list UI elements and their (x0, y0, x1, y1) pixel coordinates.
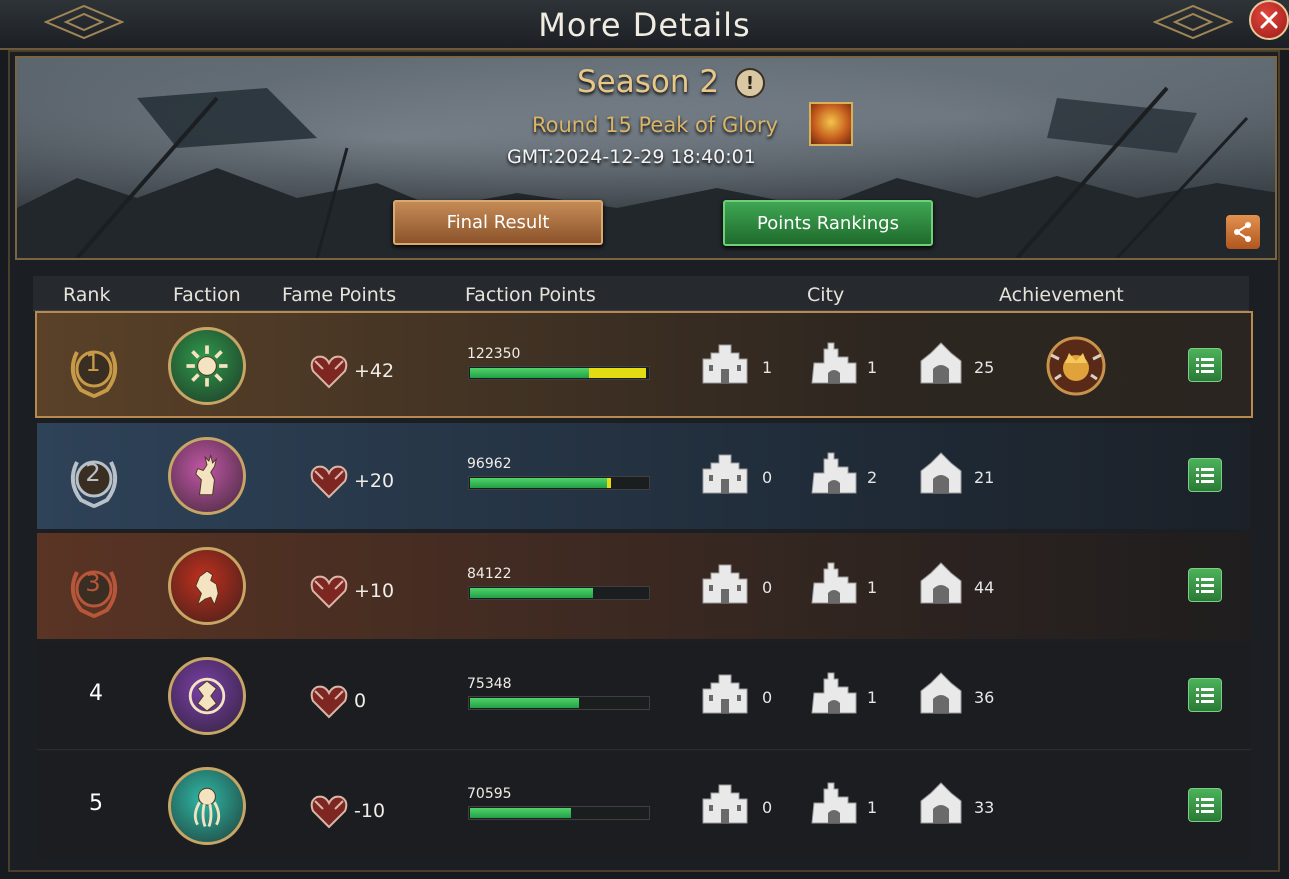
table-row: 5 -10 70595 0 1 33 (37, 753, 1251, 859)
faction-points-value: 122350 (467, 346, 521, 362)
gmt-timestamp: GMT:2024-12-29 18:40:01 (507, 146, 756, 168)
share-button[interactable] (1226, 215, 1260, 249)
final-result-button[interactable]: Final Result (393, 200, 603, 245)
city-hall-count: 0 (762, 468, 773, 487)
title-bar: More Details (0, 0, 1289, 50)
rank-number: 4 (89, 681, 103, 706)
table-row: 2 +20 96962 0 2 21 (37, 423, 1251, 529)
header-rank: Rank (63, 284, 111, 306)
city-hall-count: 0 (762, 578, 773, 597)
season-title: Season 2 (576, 64, 720, 100)
fortress-icon (808, 779, 860, 825)
sun-emblem-icon (168, 327, 246, 405)
stronghold-icon (915, 669, 967, 715)
window-title: More Details (538, 6, 751, 44)
round-title: Round 15 Peak of Glory (532, 113, 778, 137)
stronghold-icon (915, 779, 967, 825)
fame-points-value: 0 (354, 690, 367, 712)
details-list-button[interactable] (1188, 678, 1222, 712)
kraken-emblem-icon (168, 767, 246, 845)
stronghold-icon (915, 449, 967, 495)
fortress-icon (808, 339, 860, 385)
faction-points-value: 96962 (467, 456, 512, 472)
fortress-icon (808, 559, 860, 605)
close-icon (1260, 11, 1278, 29)
stag-emblem-icon (168, 437, 246, 515)
rank-number: 3 (85, 569, 101, 597)
list-icon (1196, 798, 1214, 813)
city-hall-icon (699, 449, 751, 495)
table-row: 4 0 75348 0 1 36 (37, 643, 1251, 750)
close-button[interactable] (1249, 0, 1289, 40)
round-badge-icon (809, 102, 853, 146)
table-row: 1 +42 122350 1 1 25 (35, 311, 1253, 418)
fame-points-value: +20 (354, 470, 395, 492)
details-list-button[interactable] (1188, 788, 1222, 822)
fame-points-value: +42 (354, 360, 395, 382)
city-hall-icon (699, 669, 751, 715)
list-icon (1196, 468, 1214, 483)
city-hall-icon (699, 779, 751, 825)
list-icon (1196, 358, 1214, 373)
header-city: City (807, 284, 845, 306)
dragon-emblem-icon (168, 657, 246, 735)
table-row: 3 +10 84122 0 1 44 (37, 533, 1251, 639)
stronghold-count: 44 (974, 578, 995, 597)
details-list-button[interactable] (1188, 568, 1222, 602)
crown-achievement-icon[interactable] (1045, 335, 1107, 397)
faction-points-bar (468, 366, 650, 380)
fame-points-value: +10 (354, 580, 395, 602)
ornament-right-icon (1153, 4, 1233, 40)
faction-points-bar (468, 586, 650, 600)
fame-points-value: -10 (354, 800, 386, 822)
share-icon (1234, 222, 1251, 242)
header-achievement: Achievement (999, 284, 1124, 306)
faction-points-value: 70595 (467, 786, 512, 802)
stronghold-icon (915, 559, 967, 605)
list-icon (1196, 578, 1214, 593)
fortress-count: 1 (867, 578, 878, 597)
city-hall-count: 0 (762, 798, 773, 817)
city-hall-count: 0 (762, 688, 773, 707)
fortress-icon (808, 669, 860, 715)
header-faction-points: Faction Points (465, 284, 596, 306)
fame-heart-icon (310, 465, 348, 499)
stronghold-count: 25 (974, 358, 995, 377)
rank-number: 2 (85, 459, 101, 487)
fame-heart-icon (310, 685, 348, 719)
season-banner: Season 2 ! Round 15 Peak of Glory GMT:20… (15, 56, 1277, 260)
details-list-button[interactable] (1188, 458, 1222, 492)
header-faction: Faction (173, 284, 241, 306)
faction-points-value: 84122 (467, 566, 512, 582)
rank-number: 1 (85, 349, 101, 377)
info-icon[interactable]: ! (735, 68, 765, 98)
stronghold-count: 21 (974, 468, 995, 487)
stronghold-count: 33 (974, 798, 995, 817)
fame-heart-icon (310, 355, 348, 389)
faction-points-bar (468, 696, 650, 710)
fortress-count: 2 (867, 468, 878, 487)
list-icon (1196, 688, 1214, 703)
city-hall-icon (699, 339, 751, 385)
stronghold-icon (915, 339, 967, 385)
faction-points-bar (468, 476, 650, 490)
header-fame-points: Fame Points (282, 284, 397, 306)
rank-number: 5 (89, 791, 103, 816)
faction-points-bar (468, 806, 650, 820)
lion-emblem-icon (168, 547, 246, 625)
fame-heart-icon (310, 575, 348, 609)
city-hall-count: 1 (762, 358, 773, 377)
details-list-button[interactable] (1188, 348, 1222, 382)
fortress-count: 1 (867, 798, 878, 817)
points-rankings-button[interactable]: Points Rankings (723, 200, 933, 246)
fortress-count: 1 (867, 358, 878, 377)
fortress-count: 1 (867, 688, 878, 707)
faction-points-value: 75348 (467, 676, 512, 692)
city-hall-icon (699, 559, 751, 605)
table-header: Rank Faction Fame Points Faction Points … (33, 276, 1249, 311)
fame-heart-icon (310, 795, 348, 829)
fortress-icon (808, 449, 860, 495)
stronghold-count: 36 (974, 688, 995, 707)
